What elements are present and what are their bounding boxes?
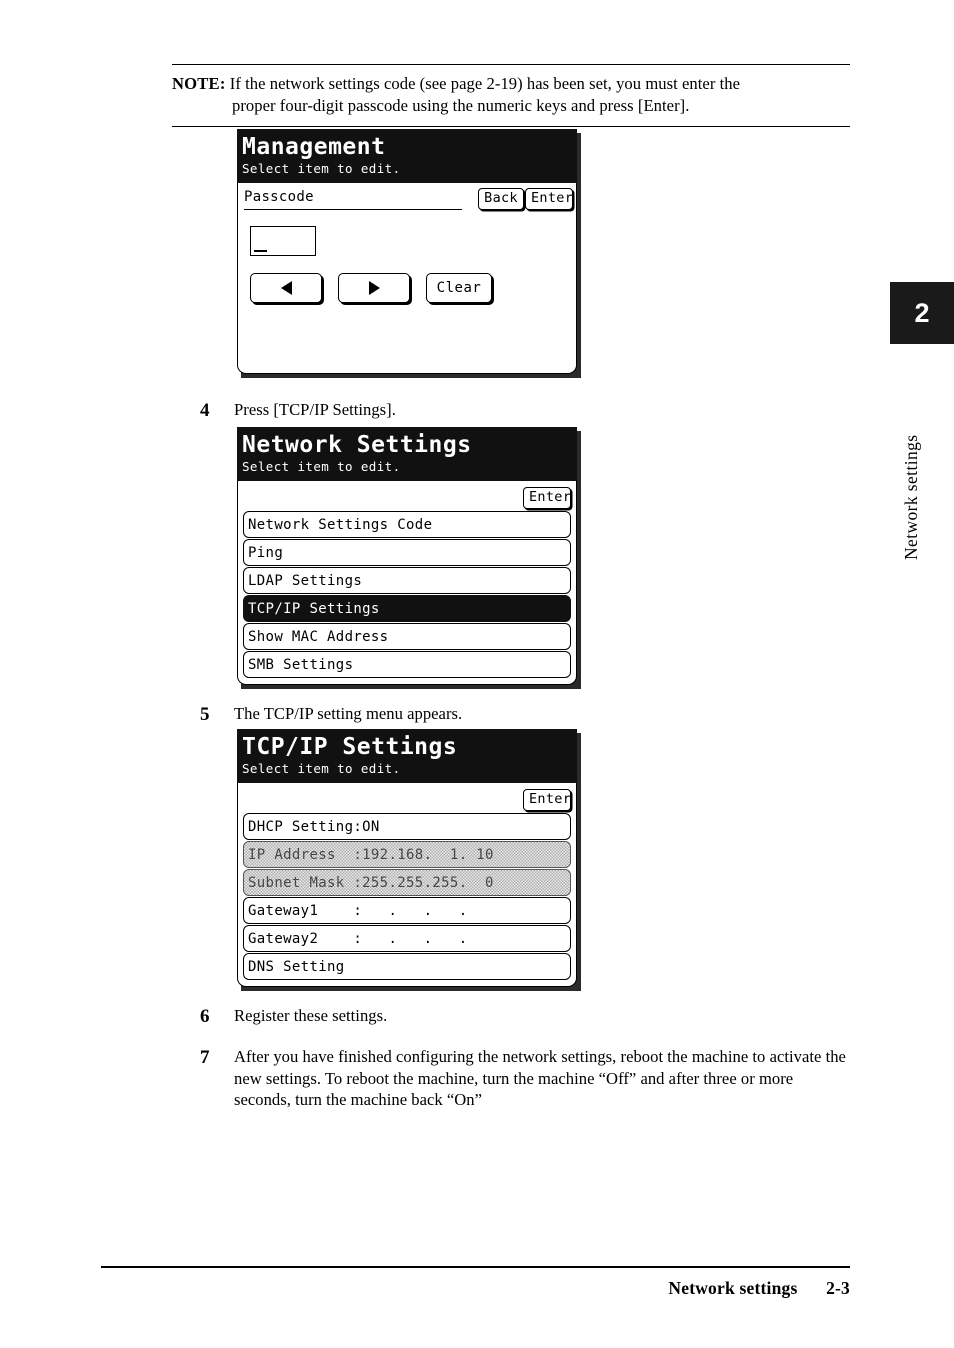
management-toolbar: Passcode Back Enter [238, 183, 576, 213]
step-6: 6 Register these settings. [200, 1005, 850, 1027]
step-5-number: 5 [200, 704, 210, 725]
step-4: 4 Press [TCP/IP Settings]. [200, 399, 850, 421]
step-6-number: 6 [200, 1006, 210, 1027]
cursor-right-button[interactable] [338, 273, 410, 303]
tcpip-settings-title: TCP/IP Settings [242, 734, 458, 760]
list-item-label: Ping [248, 544, 284, 561]
chapter-label: Network settings [901, 434, 921, 560]
list-item[interactable]: DHCP Setting:ON [243, 813, 571, 840]
management-screen: Management Select item to edit. Passcode… [237, 129, 581, 378]
network-settings-header: Network Settings Select item to edit. [237, 427, 577, 481]
tcpip-settings-screen: TCP/IP Settings Select item to edit. Ent… [237, 729, 581, 991]
list-item[interactable]: SMB Settings [243, 651, 571, 678]
list-item-label: Show MAC Address [248, 628, 389, 645]
tcpip-settings-list: DHCP Setting:ON IP Address :192.168. 1. 1… [238, 813, 576, 986]
network-settings-screen: Network Settings Select item to edit. En… [237, 427, 581, 689]
step-5: 5 The TCP/IP setting menu appears. [200, 703, 850, 725]
footer-section: Network settings [668, 1278, 798, 1298]
network-settings-title: Network Settings [242, 432, 472, 458]
list-item-label: LDAP Settings [248, 572, 363, 589]
step-6-text: Register these settings. [234, 1006, 388, 1025]
clear-button[interactable]: Clear [426, 273, 492, 303]
note-box: NOTE: If the network settings code (see … [172, 64, 850, 127]
network-settings-list: Network Settings Code Ping LDAP Settings TC… [238, 511, 576, 684]
step-4-number: 4 [200, 400, 210, 421]
list-item-label: IP Address :192.168. 1. 10 [248, 846, 494, 863]
footer: Network settings 2-3 [400, 1278, 850, 1299]
step-7-number: 7 [200, 1047, 210, 1068]
list-item-label: Subnet Mask :255.255.255. 0 [248, 874, 494, 891]
tcpip-settings-toolbar: Enter [238, 783, 576, 813]
enter-button[interactable]: Enter [523, 487, 571, 509]
list-item-label: Network Settings Code [248, 516, 433, 533]
network-settings-toolbar: Enter [238, 481, 576, 511]
management-body: Passcode Back Enter Clear [237, 183, 577, 374]
list-item[interactable]: Show MAC Address [243, 623, 571, 650]
list-item[interactable]: Gateway1 : . . . [243, 897, 571, 924]
management-key-row: Clear [250, 273, 566, 303]
note-text-1: If the network settings code (see page 2… [229, 74, 741, 93]
management-header: Management Select item to edit. [237, 129, 577, 183]
step-4-text: Press [TCP/IP Settings]. [234, 400, 396, 419]
list-item-label: Gateway2 : . . . [248, 930, 468, 947]
list-item[interactable]: Subnet Mask :255.255.255. 0 [243, 869, 571, 896]
list-item[interactable]: DNS Setting [243, 953, 571, 980]
footer-page-number: 2-3 [826, 1278, 850, 1298]
list-item[interactable]: Ping [243, 539, 571, 566]
enter-button[interactable]: Enter [523, 789, 571, 811]
cursor-left-button[interactable] [250, 273, 322, 303]
passcode-input[interactable] [250, 226, 316, 256]
triangle-right-icon [368, 281, 380, 295]
footer-divider [101, 1266, 850, 1268]
passcode-label: Passcode [244, 189, 462, 210]
list-item-label: TCP/IP Settings [248, 600, 380, 617]
step-5-text: The TCP/IP setting menu appears. [234, 704, 463, 723]
list-item[interactable]: IP Address :192.168. 1. 10 [243, 841, 571, 868]
step-7-text: After you have finished configuring the … [234, 1047, 846, 1109]
network-settings-subtitle: Select item to edit. [242, 459, 401, 474]
list-item[interactable]: Gateway2 : . . . [243, 925, 571, 952]
note-label: NOTE: [172, 74, 226, 93]
list-item[interactable]: LDAP Settings [243, 567, 571, 594]
enter-button[interactable]: Enter [525, 188, 573, 210]
list-item[interactable]: Network Settings Code [243, 511, 571, 538]
text-caret [254, 249, 267, 252]
tcpip-settings-subtitle: Select item to edit. [242, 761, 401, 776]
tcpip-settings-body: Enter DHCP Setting:ON IP Address :192.168… [237, 783, 577, 987]
note-line-2: proper four-digit passcode using the num… [232, 96, 690, 115]
management-title: Management [242, 134, 386, 160]
back-button[interactable]: Back [478, 188, 524, 210]
list-item-label: Gateway1 : . . . [248, 902, 468, 919]
tcpip-settings-header: TCP/IP Settings Select item to edit. [237, 729, 577, 783]
list-item-label: DHCP Setting:ON [248, 818, 380, 835]
chapter-number-tab: 2 [890, 282, 954, 344]
list-item-label: SMB Settings [248, 656, 354, 673]
management-subtitle: Select item to edit. [242, 161, 401, 176]
list-item[interactable]: TCP/IP Settings [243, 595, 571, 622]
list-item-label: DNS Setting [248, 958, 345, 975]
step-7: 7 After you have finished configuring th… [200, 1046, 850, 1111]
triangle-left-icon [280, 281, 292, 295]
note-line-1: NOTE: If the network settings code (see … [172, 73, 850, 95]
network-settings-body: Enter Network Settings Code Ping LDAP Sett… [237, 481, 577, 685]
